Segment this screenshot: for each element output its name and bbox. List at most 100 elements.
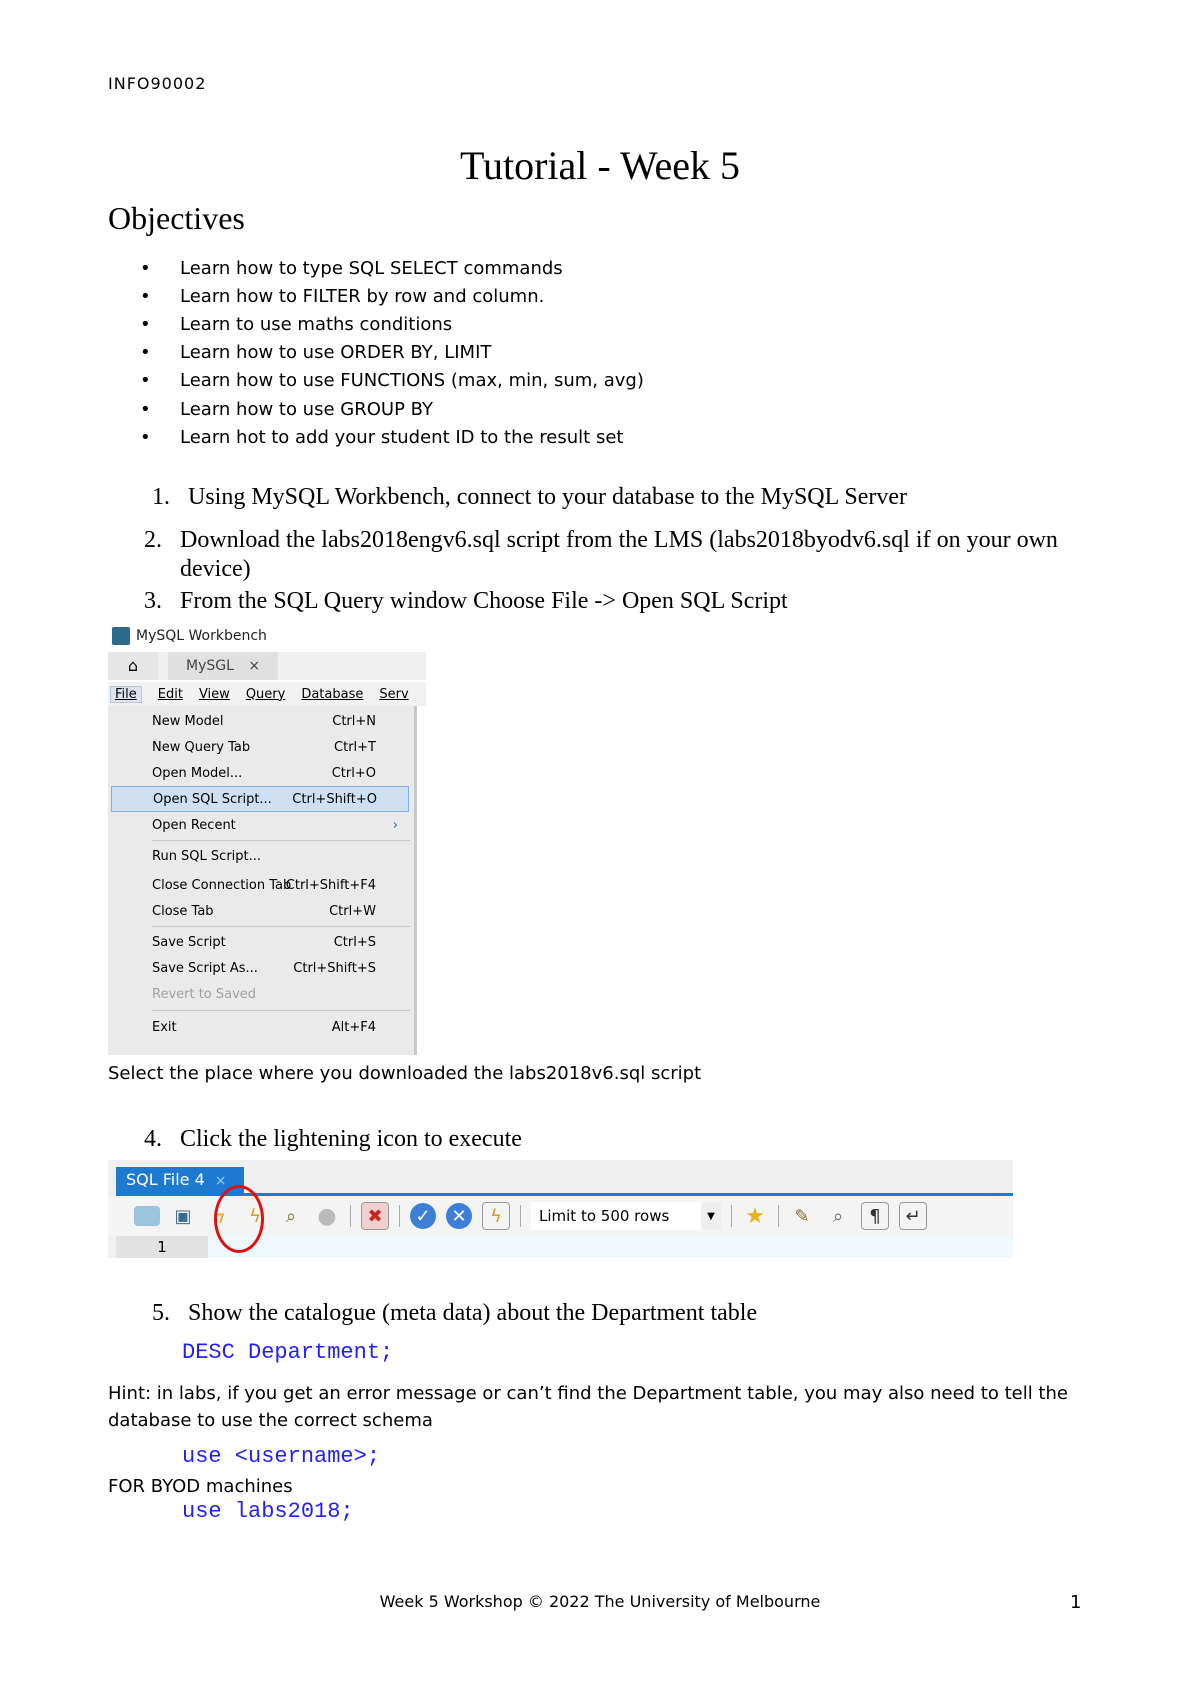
menu-item-shortcut: Ctrl+O	[331, 765, 376, 781]
tab-label: MySGL	[186, 658, 234, 674]
objectives-list: • Learn how to type SQL SELECT commands •…	[140, 254, 644, 451]
menu-item-new-query-tab[interactable]: New Query Tab Ctrl+T	[108, 734, 410, 760]
open-folder-icon[interactable]	[134, 1206, 160, 1226]
rollback-icon[interactable]: ✕	[446, 1203, 472, 1229]
list-item: • Learn how to use GROUP BY	[140, 398, 434, 420]
highlight-circle	[214, 1185, 264, 1253]
invisible-characters-icon[interactable]: ¶	[861, 1202, 889, 1230]
beautify-broom-icon[interactable]: ✎	[789, 1203, 815, 1229]
menu-item-exit[interactable]: Exit Alt+F4	[108, 1014, 410, 1040]
objective-text: Learn how to use FUNCTIONS (max, min, su…	[180, 370, 644, 392]
menu-item-shortcut: Ctrl+W	[329, 903, 376, 919]
menu-item-shortcut: Ctrl+N	[332, 713, 376, 729]
objective-text: Learn how to use ORDER BY, LIMIT	[180, 342, 492, 364]
objective-text: Learn to use maths conditions	[180, 313, 453, 335]
menu-item-label: New Query Tab	[152, 739, 251, 755]
sql-editor-area[interactable]	[208, 1236, 1013, 1258]
menu-item-label: Open Recent	[152, 817, 236, 833]
stop-icon[interactable]: ●	[314, 1203, 340, 1229]
step-text: From the SQL Query window Choose File ->…	[180, 588, 788, 614]
menu-item-shortcut: ›	[392, 817, 398, 833]
objectives-heading: Objectives	[108, 200, 245, 236]
menu-edit[interactable]: Edit	[158, 687, 183, 702]
list-item: • Learn to use maths conditions	[140, 313, 453, 335]
list-item: • Learn how to use ORDER BY, LIMIT	[140, 342, 492, 364]
commit-icon[interactable]: ✓	[410, 1203, 436, 1229]
line-number-gutter: 1	[116, 1236, 208, 1258]
tab-connection[interactable]: MySGL ×	[168, 652, 278, 680]
save-icon[interactable]: ▣	[170, 1203, 196, 1229]
hint-text: Hint: in labs, if you get an error messa…	[108, 1383, 1068, 1431]
close-icon[interactable]: ×	[215, 1173, 227, 1189]
close-icon[interactable]: ×	[248, 658, 260, 674]
toggle-continue-on-error-icon[interactable]: ✖	[361, 1202, 389, 1230]
toolbar-separator	[520, 1205, 521, 1227]
menu-item-shortcut: Ctrl+T	[334, 739, 376, 755]
tab-label: SQL File 4	[126, 1170, 205, 1189]
caption-select-location: Select the place where you downloaded th…	[108, 1063, 702, 1084]
chevron-down-icon[interactable]: ▼	[701, 1202, 721, 1230]
menu-item-save-script-as[interactable]: Save Script As... Ctrl+Shift+S	[108, 955, 410, 981]
menu-item-run-sql-script[interactable]: Run SQL Script...	[108, 843, 410, 869]
menu-item-close-tab[interactable]: Close Tab Ctrl+W	[108, 898, 410, 924]
objective-text: Learn hot to add your student ID to the …	[180, 426, 624, 448]
step-number: 5.	[152, 1300, 170, 1326]
menu-item-label: Open Model...	[152, 765, 243, 781]
menu-item-shortcut: Ctrl+Shift+S	[293, 960, 376, 976]
menu-server[interactable]: Serv	[379, 687, 408, 702]
byod-label: FOR BYOD machines	[108, 1476, 293, 1497]
menu-item-open-recent[interactable]: Open Recent ›	[108, 812, 410, 838]
code-desc-department: DESC Department;	[182, 1340, 394, 1365]
step-text: Using MySQL Workbench, connect to your d…	[188, 484, 908, 510]
page-title: Tutorial - Week 5	[459, 143, 741, 188]
menu-item-shortcut: Ctrl+S	[333, 934, 376, 950]
menu-item-label: Save Script As...	[152, 960, 258, 976]
menu-item-save-script[interactable]: Save Script Ctrl+S	[108, 929, 410, 955]
file-menu: New Model Ctrl+N New Query Tab Ctrl+T Open…	[108, 706, 417, 1055]
menu-query[interactable]: Query	[246, 687, 286, 702]
workbench-file-menu-screenshot: MySQL Workbench ⌂ MySGL × File Edit View…	[108, 627, 426, 1055]
word-wrap-icon[interactable]: ↵	[899, 1202, 927, 1230]
menu-separator	[152, 840, 410, 841]
step-5: 5. Show the catalogue (meta data) about t…	[152, 1300, 757, 1327]
menu-item-open-sql-script[interactable]: Open SQL Script... Ctrl+Shift+O	[111, 786, 409, 812]
toolbar-separator	[399, 1205, 400, 1227]
step-text: Show the catalogue (meta data) about the…	[188, 1300, 758, 1326]
step-4: 4. Click the lightening icon to execute	[144, 1126, 522, 1153]
menu-separator	[152, 926, 410, 927]
menu-item-label: Revert to Saved	[152, 986, 257, 1002]
menu-view[interactable]: View	[199, 687, 230, 702]
list-item: • Learn how to use FUNCTIONS (max, min, s…	[140, 370, 644, 392]
limit-rows-select[interactable]: Limit to 500 rows ▼	[531, 1202, 721, 1230]
step-text: Download the labs2018engv6.sql script fr…	[180, 527, 1058, 582]
step-number: 1.	[152, 484, 170, 510]
step-1: 1. Using MySQL Workbench, connect to your…	[152, 484, 907, 511]
menu-database[interactable]: Database	[301, 687, 363, 702]
menu-item-close-connection-tab[interactable]: Close Connection Tab Ctrl+Shift+F4	[108, 872, 410, 898]
menu-item-shortcut: Alt+F4	[331, 1019, 376, 1035]
tab-sql-file[interactable]: SQL File 4 ×	[116, 1167, 244, 1193]
find-icon[interactable]: ⌕	[825, 1203, 851, 1229]
menu-item-new-model[interactable]: New Model Ctrl+N	[108, 708, 410, 734]
toolbar-separator	[731, 1205, 732, 1227]
autocommit-icon[interactable]: ϟ	[482, 1202, 510, 1230]
menu-item-shortcut: Ctrl+Shift+F4	[285, 877, 376, 893]
explain-icon[interactable]: ⌕	[278, 1203, 304, 1229]
code-use-username: use <username>;	[182, 1444, 381, 1469]
objective-text: Learn how to FILTER by row and column.	[180, 285, 545, 307]
menu-item-label: Open SQL Script...	[153, 791, 272, 807]
add-snippet-star-icon[interactable]: ★	[742, 1203, 768, 1229]
menu-item-open-model[interactable]: Open Model... Ctrl+O	[108, 760, 410, 786]
home-icon[interactable]: ⌂	[108, 652, 158, 680]
limit-rows-value: Limit to 500 rows	[539, 1207, 670, 1225]
list-item: • Learn how to FILTER by row and column.	[140, 285, 545, 307]
menu-item-revert-to-saved: Revert to Saved	[108, 981, 410, 1007]
objective-text: Learn how to type SQL SELECT commands	[180, 257, 563, 279]
step-2: 2. Download the labs2018engv6.sql script …	[144, 526, 1100, 584]
tab-bar: ⌂ MySGL ×	[108, 652, 426, 680]
menu-item-label: Save Script	[152, 934, 226, 950]
list-item: • Learn hot to add your student ID to the…	[140, 426, 624, 448]
menu-file[interactable]: File	[110, 685, 142, 703]
footer-text: Week 5 Workshop © 2022 The University of…	[379, 1592, 821, 1611]
course-code: INFO90002	[108, 74, 207, 93]
